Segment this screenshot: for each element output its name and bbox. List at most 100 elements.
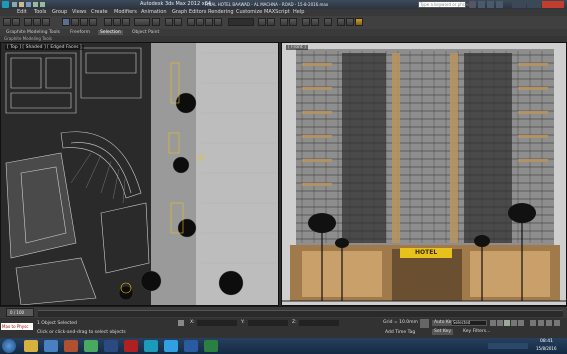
mirror-button[interactable] <box>258 18 266 26</box>
viewport-label[interactable]: [ Top ] [ Shaded ] [ Edged Faces ] <box>5 45 84 50</box>
menu-tools[interactable]: Tools <box>34 9 46 16</box>
viewport-label[interactable]: [ Front ] <box>286 45 308 50</box>
select-by-name-button[interactable] <box>71 18 79 26</box>
undo-button[interactable] <box>3 18 11 26</box>
next-frame-icon[interactable] <box>511 320 517 326</box>
y-coordinate-field[interactable] <box>248 320 288 326</box>
taskbar-media-icon[interactable] <box>64 340 78 352</box>
taskbar-excel-icon[interactable] <box>204 340 218 352</box>
search-icon[interactable] <box>469 1 476 8</box>
spinner-snap-button[interactable] <box>214 18 222 26</box>
bind-space-warp-button[interactable] <box>42 18 50 26</box>
manipulate-button[interactable] <box>165 18 173 26</box>
3ds-max-logo-icon[interactable] <box>2 1 9 8</box>
play-icon[interactable] <box>504 320 510 326</box>
pivot-button[interactable] <box>152 18 160 26</box>
snaps-toggle-button[interactable] <box>187 18 195 26</box>
menu-rendering[interactable]: Rendering <box>208 9 234 16</box>
align-button[interactable] <box>267 18 275 26</box>
time-slider-thumb[interactable]: 0 / 100 <box>6 308 34 317</box>
orbit-icon[interactable] <box>546 320 552 326</box>
layer-manager-button[interactable] <box>280 18 288 26</box>
menu-graph-editors[interactable]: Graph Editors <box>172 9 206 16</box>
pan-icon[interactable] <box>538 320 544 326</box>
menu-maxscript[interactable]: MAXScript <box>264 9 290 16</box>
move-button[interactable] <box>104 18 112 26</box>
maxscript-listener[interactable]: Max to Physc <box>1 323 33 330</box>
zoom-icon[interactable] <box>530 320 536 326</box>
window-crossing-button[interactable] <box>89 18 97 26</box>
star-icon[interactable] <box>487 1 494 8</box>
save-icon[interactable] <box>26 2 31 7</box>
tab-graphite-modeling-tools[interactable]: Graphite Modeling Tools <box>4 30 62 35</box>
taskbar-photoshop-icon[interactable] <box>104 340 118 352</box>
menu-views[interactable]: Views <box>72 9 86 16</box>
render-setup-button[interactable] <box>337 18 345 26</box>
infocenter-icon[interactable] <box>478 1 485 8</box>
z-coordinate-field[interactable] <box>299 320 339 326</box>
redo-icon[interactable] <box>40 2 45 7</box>
taskbar-explorer-icon[interactable] <box>24 340 38 352</box>
menu-animation[interactable]: Animation <box>141 9 167 16</box>
add-time-tag-button[interactable]: Add Time Tag <box>385 330 415 336</box>
rotate-button[interactable] <box>113 18 121 26</box>
select-object-button[interactable] <box>62 18 70 26</box>
track-bar[interactable] <box>38 310 563 317</box>
menu-group[interactable]: Group <box>52 9 67 16</box>
taskbar-browser-icon[interactable] <box>44 340 58 352</box>
tab-object-paint[interactable]: Object Paint <box>130 30 161 35</box>
angle-snap-button[interactable] <box>196 18 204 26</box>
keyboard-shortcut-button[interactable] <box>174 18 182 26</box>
graphite-toggle-button[interactable] <box>289 18 297 26</box>
rendered-frame-button[interactable] <box>346 18 354 26</box>
go-to-end-icon[interactable] <box>518 320 524 326</box>
taskbar-3dsmax-icon[interactable] <box>144 340 158 352</box>
menu-modifiers[interactable]: Modifiers <box>114 9 137 16</box>
help-icon[interactable] <box>496 1 503 8</box>
reference-coordinate-dropdown[interactable] <box>134 18 150 26</box>
minimize-icon[interactable] <box>512 1 526 8</box>
menu-help[interactable]: Help <box>293 9 304 16</box>
key-icon[interactable] <box>420 319 429 328</box>
curve-editor-button[interactable] <box>302 18 310 26</box>
windows-start-icon[interactable] <box>2 339 16 353</box>
open-icon[interactable] <box>19 2 24 7</box>
material-editor-button[interactable] <box>324 18 332 26</box>
taskbar-skype-icon[interactable] <box>164 340 178 352</box>
tab-freeform[interactable]: Freeform <box>68 30 92 35</box>
redo-button[interactable] <box>12 18 20 26</box>
go-to-start-icon[interactable] <box>490 320 496 326</box>
selected-dropdown[interactable]: Selected <box>451 320 487 326</box>
set-key-button[interactable]: Set Key <box>432 329 453 335</box>
selection-region-button[interactable] <box>80 18 88 26</box>
scale-button[interactable] <box>122 18 130 26</box>
previous-frame-icon[interactable] <box>497 320 503 326</box>
schematic-view-button[interactable] <box>311 18 319 26</box>
menu-customize[interactable]: Customize <box>236 9 262 16</box>
maximize-viewport-icon[interactable] <box>554 320 560 326</box>
new-icon[interactable] <box>12 2 17 7</box>
elevation-drawing <box>282 43 566 305</box>
maximize-icon[interactable] <box>527 1 541 8</box>
menu-edit[interactable]: Edit <box>17 9 27 16</box>
x-coordinate-field[interactable] <box>197 320 237 326</box>
search-input[interactable]: Type a keyword or phrase <box>418 1 471 8</box>
unlink-button[interactable] <box>33 18 41 26</box>
taskbar-autocad-icon[interactable] <box>124 340 138 352</box>
named-selection-dropdown[interactable] <box>228 18 254 26</box>
link-button[interactable] <box>24 18 32 26</box>
tab-selection[interactable]: Selection <box>98 30 123 35</box>
taskbar-word-icon[interactable] <box>184 340 198 352</box>
y-label: Y: <box>241 320 245 325</box>
render-button[interactable] <box>355 18 363 26</box>
tray-icons[interactable] <box>488 343 528 349</box>
menu-create[interactable]: Create <box>91 9 108 16</box>
percent-snap-button[interactable] <box>205 18 213 26</box>
lock-icon[interactable] <box>178 320 184 326</box>
taskbar-chrome-icon[interactable] <box>84 340 98 352</box>
viewport-top[interactable]: [ Top ] [ Shaded ] [ Edged Faces ] <box>0 42 279 306</box>
viewport-front[interactable]: HOTEL [ Front ] <box>281 42 567 306</box>
key-filters-button[interactable]: Key Filters... <box>463 329 490 335</box>
close-icon[interactable] <box>542 1 564 8</box>
undo-icon[interactable] <box>33 2 38 7</box>
